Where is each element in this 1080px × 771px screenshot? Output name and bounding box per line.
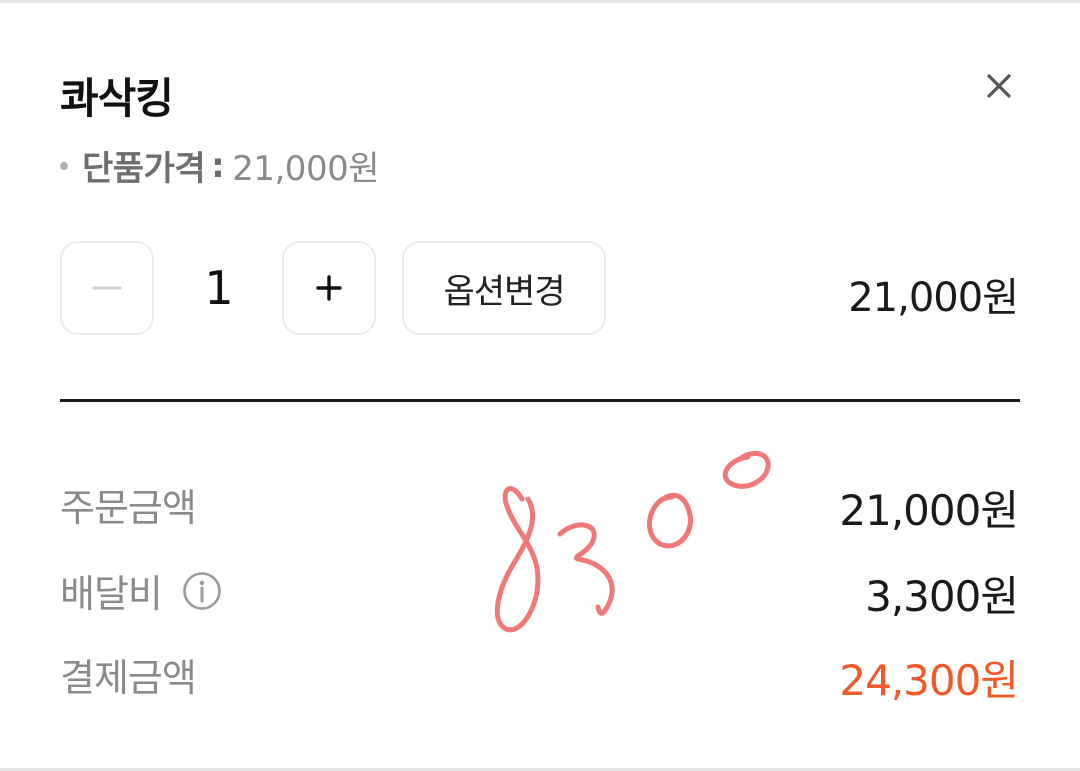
handwritten-note-8300 bbox=[494, 451, 771, 633]
info-icon[interactable] bbox=[182, 571, 222, 611]
increase-quantity-button[interactable] bbox=[282, 241, 376, 335]
cart-item-panel: 콰삭킹 단품가격 : 21,000원 1 옵션변경 21,000원 주문금액 2… bbox=[0, 0, 1080, 771]
decrease-quantity-button[interactable] bbox=[60, 241, 154, 335]
delivery-fee-label: 배달비 bbox=[60, 572, 163, 616]
payment-amount-label: 결제금액 bbox=[60, 656, 197, 700]
change-option-button[interactable]: 옵션변경 bbox=[402, 241, 606, 335]
delivery-fee-label-row: 배달비 bbox=[60, 563, 222, 618]
quantity-value: 1 bbox=[204, 261, 234, 315]
plus-icon bbox=[316, 275, 342, 301]
close-icon bbox=[987, 74, 1011, 98]
order-amount-label: 주문금액 bbox=[60, 486, 197, 530]
delivery-fee-value: 3,300원 bbox=[865, 572, 1019, 621]
close-button[interactable] bbox=[976, 63, 1022, 109]
bullet-dot bbox=[60, 161, 68, 170]
unit-price-value: 21,000원 bbox=[232, 149, 379, 189]
line-total-price: 21,000원 bbox=[848, 275, 1019, 321]
section-divider bbox=[60, 399, 1020, 402]
order-amount-value: 21,000원 bbox=[839, 486, 1019, 535]
minus-icon bbox=[92, 286, 122, 290]
payment-amount-value: 24,300원 bbox=[839, 656, 1019, 705]
unit-price-line: 단품가격 : 21,000원 bbox=[60, 141, 379, 190]
unit-price-label: 단품가격 bbox=[82, 149, 206, 189]
unit-price-separator: : bbox=[211, 145, 225, 186]
product-name: 콰삭킹 bbox=[60, 74, 174, 123]
